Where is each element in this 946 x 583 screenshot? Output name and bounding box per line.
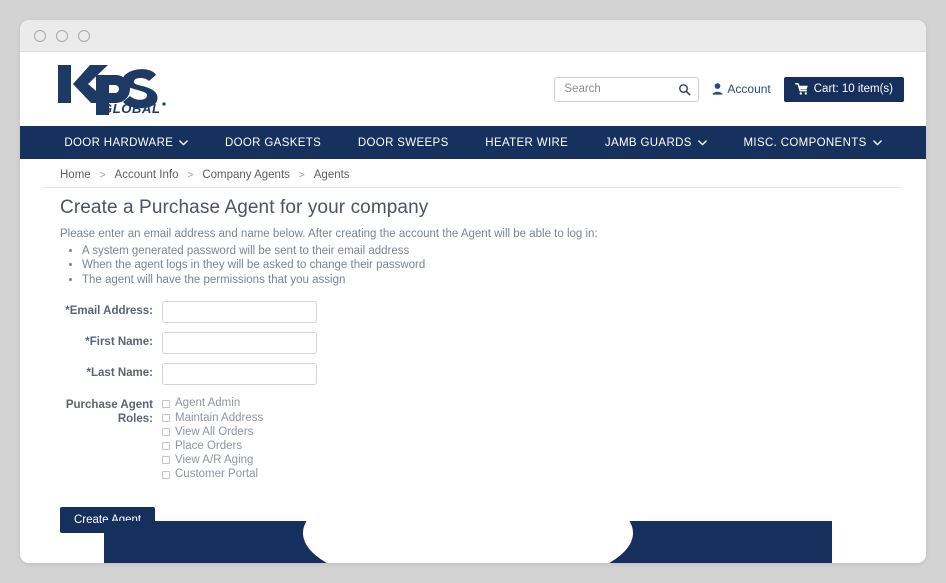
nav-item-heater-wire[interactable]: HEATER WIRE	[485, 137, 568, 149]
last-name-field[interactable]	[162, 363, 317, 386]
role-label: View All Orders	[175, 425, 254, 438]
header-actions: Account Cart: 10 item(s)	[554, 76, 904, 102]
role-checkbox-agent-admin[interactable]: Agent Admin	[162, 397, 263, 411]
nav-item-jamb-guards[interactable]: JAMB GUARDS	[605, 137, 707, 149]
window-dot-minimize[interactable]	[56, 29, 68, 42]
role-checkbox-view-ar-aging[interactable]: View A/R Aging	[162, 454, 263, 468]
chevron-down-icon	[179, 139, 189, 145]
list-item: A system generated password will be sent…	[82, 244, 900, 258]
chevron-down-icon	[697, 139, 707, 145]
page-content: Home > Account Info > Company Agents > A…	[20, 159, 926, 533]
last-name-label: *Last Name:	[86, 367, 153, 380]
nav-item-door-hardware[interactable]: DOOR HARDWARE	[64, 136, 189, 149]
kps-global-logo[interactable]: GLOBAL	[56, 61, 168, 117]
cart-button[interactable]: Cart: 10 item(s)	[783, 76, 904, 102]
footer-notch-shape	[303, 521, 633, 563]
nav-label: MISC. COMPONENTS	[743, 136, 867, 149]
form-row-email: *Email Address:	[44, 301, 900, 324]
main-navigation: DOOR HARDWARE DOOR GASKETS DOOR SWEEPS H…	[20, 126, 926, 159]
nav-label: HEATER WIRE	[485, 136, 569, 149]
nav-item-misc-components[interactable]: MISC. COMPONENTS	[743, 136, 882, 149]
role-checkbox-view-all-orders[interactable]: View All Orders	[162, 426, 263, 440]
role-label: Place Orders	[175, 439, 243, 452]
site-header: GLOBAL Account	[20, 52, 926, 126]
search-icon[interactable]	[678, 83, 691, 96]
first-name-field[interactable]	[162, 332, 317, 355]
search-input[interactable]	[562, 82, 679, 96]
cart-label: Cart: 10 item(s)	[813, 83, 893, 95]
roles-checkbox-list: Agent Admin Maintain Address View All Or…	[162, 395, 263, 481]
form-row-last-name: *Last Name:	[44, 363, 900, 386]
list-item: When the agent logs in they will be aske…	[82, 258, 900, 272]
breadcrumb-item-company-agents[interactable]: Company Agents	[202, 169, 290, 181]
window-chrome-bar	[20, 20, 926, 52]
role-label: Maintain Address	[175, 411, 264, 424]
info-bullet-list: A system generated password will be sent…	[44, 244, 900, 287]
nav-item-door-sweeps[interactable]: DOOR SWEEPS	[358, 137, 449, 149]
nav-item-door-gaskets[interactable]: DOOR GASKETS	[225, 137, 321, 149]
breadcrumb-separator: >	[187, 169, 194, 181]
breadcrumb: Home > Account Info > Company Agents > A…	[44, 169, 900, 188]
role-checkbox-customer-portal[interactable]: Customer Portal	[162, 468, 263, 482]
nav-label: JAMB GUARDS	[604, 136, 692, 149]
window-dot-maximize[interactable]	[78, 29, 90, 42]
svg-text:GLOBAL: GLOBAL	[102, 101, 160, 116]
form-row-roles: Purchase Agent Roles: Agent Admin Mainta…	[44, 395, 900, 481]
email-field[interactable]	[162, 301, 317, 324]
email-label: *Email Address:	[65, 305, 153, 318]
checkbox-icon[interactable]	[162, 442, 170, 451]
checkbox-icon[interactable]	[162, 470, 170, 479]
role-label: Agent Admin	[175, 397, 241, 410]
roles-label: Purchase Agent Roles:	[65, 399, 153, 426]
nav-label: DOOR SWEEPS	[357, 136, 449, 149]
page-title: Create a Purchase Agent for your company	[60, 197, 429, 218]
breadcrumb-separator: >	[99, 169, 106, 181]
first-name-label: *First Name:	[85, 336, 153, 349]
form-row-first-name: *First Name:	[44, 332, 900, 355]
nav-label: DOOR HARDWARE	[64, 136, 174, 149]
list-item: The agent will have the permissions that…	[82, 273, 900, 287]
create-agent-form: *Email Address: *First Name: *Last Name:…	[44, 301, 900, 533]
chevron-down-icon	[872, 139, 882, 145]
account-link[interactable]: Account	[712, 82, 771, 96]
window-dot-close[interactable]	[34, 29, 46, 42]
checkbox-icon[interactable]	[162, 456, 170, 465]
breadcrumb-item-agents[interactable]: Agents	[314, 169, 350, 181]
breadcrumb-item-account-info[interactable]: Account Info	[115, 169, 179, 181]
page-viewport: GLOBAL Account	[20, 52, 926, 563]
checkbox-icon[interactable]	[162, 400, 170, 409]
role-label: Customer Portal	[175, 467, 259, 480]
breadcrumb-separator: >	[298, 169, 305, 181]
nav-label: DOOR GASKETS	[224, 136, 322, 149]
role-checkbox-maintain-address[interactable]: Maintain Address	[162, 412, 263, 426]
checkbox-icon[interactable]	[162, 414, 170, 423]
account-label: Account	[727, 82, 771, 96]
breadcrumb-item-home[interactable]: Home	[60, 169, 91, 181]
browser-window: GLOBAL Account	[20, 20, 926, 563]
role-checkbox-place-orders[interactable]: Place Orders	[162, 440, 263, 454]
footer-decorative-band	[104, 521, 832, 563]
checkbox-icon[interactable]	[162, 428, 170, 437]
user-icon	[712, 83, 723, 95]
intro-text: Please enter an email address and name b…	[60, 228, 598, 240]
search-box[interactable]	[554, 76, 700, 102]
role-label: View A/R Aging	[175, 453, 254, 466]
shopping-cart-icon	[794, 83, 808, 95]
